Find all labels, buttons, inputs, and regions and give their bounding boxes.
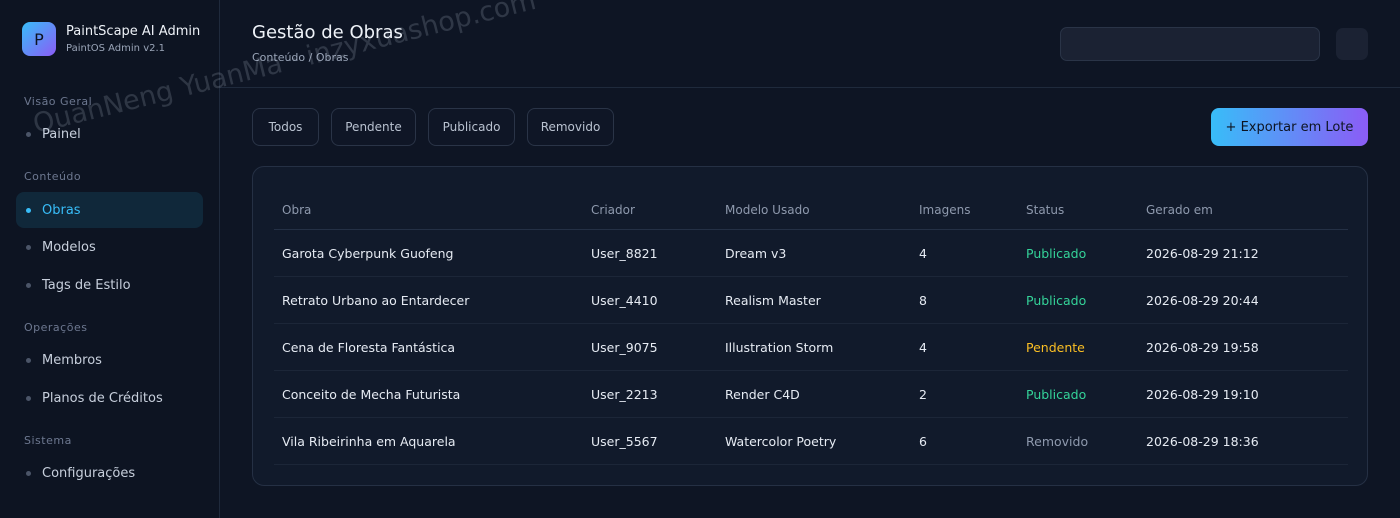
generated-at: 2026-08-29 18:36 [1146,433,1259,449]
generated-at: 2026-08-29 21:12 [1146,245,1259,261]
page-title: Gestão de Obras [252,22,403,43]
table-row[interactable]: Cena de Floresta Fantástica User_9075 Il… [274,324,1348,371]
image-count: 6 [919,433,927,449]
sidebar-item-painel[interactable]: Painel [16,116,203,152]
status-badge: Publicado [1026,386,1087,402]
sidebar-item-configuracoes[interactable]: Configurações [16,455,203,491]
work-title: Garota Cyberpunk Guofeng [282,245,454,261]
brand-version: PaintOS Admin v2.1 [66,42,166,54]
image-count: 2 [919,386,927,402]
table-row[interactable]: Conceito de Mecha Futurista User_2213 Re… [274,371,1348,418]
user-menu-button[interactable] [1336,28,1368,60]
sidebar-item-label: Obras [42,202,81,218]
image-count: 4 [919,339,927,355]
sidebar-item-label: Configurações [42,465,136,481]
table-row[interactable]: Vila Ribeirinha em Aquarela User_5567 Wa… [274,418,1348,465]
works-table-card: Obra Criador Modelo Usado Imagens Status… [252,166,1368,486]
search-input[interactable] [1060,27,1320,61]
image-count: 8 [919,292,927,308]
creator: User_9075 [591,339,658,355]
sidebar-item-label: Tags de Estilo [42,277,131,293]
filter-pendente[interactable]: Pendente [331,108,416,146]
sidebar-item-obras[interactable]: Obras [16,192,203,228]
bullet-icon [26,357,31,363]
model-used: Illustration Storm [725,339,834,355]
status-badge: Pendente [1026,339,1085,355]
export-batch-button[interactable]: + Exportar em Lote [1211,108,1368,146]
filter-todos[interactable]: Todos [252,108,319,146]
column-header[interactable]: Gerado em [1146,191,1213,229]
creator: User_4410 [591,292,658,308]
column-header[interactable]: Criador [591,191,635,229]
nav-section-content: Conteúdo [24,170,82,183]
creator: User_8821 [591,245,658,261]
sidebar-item-tags[interactable]: Tags de Estilo [16,267,203,303]
sidebar-item-planos[interactable]: Planos de Créditos [16,380,203,416]
filter-removido[interactable]: Removido [527,108,614,146]
status-badge: Removido [1026,433,1089,449]
bullet-icon [26,244,31,250]
filter-publicado[interactable]: Publicado [428,108,515,146]
sidebar-item-label: Planos de Créditos [42,390,163,406]
brand-name: PaintScape AI Admin [66,23,201,39]
generated-at: 2026-08-29 20:44 [1146,292,1259,308]
column-header[interactable]: Status [1026,191,1064,229]
bullet-icon [26,131,31,137]
creator: User_2213 [591,386,658,402]
sidebar-item-label: Modelos [42,239,96,255]
nav-section-overview: Visão Geral [24,95,93,108]
sidebar-item-membros[interactable]: Membros [16,342,203,378]
generated-at: 2026-08-29 19:58 [1146,339,1259,355]
generated-at: 2026-08-29 19:10 [1146,386,1259,402]
status-badge: Publicado [1026,292,1087,308]
column-header[interactable]: Imagens [919,191,970,229]
model-used: Dream v3 [725,245,787,261]
brand: P PaintScape AI Admin PaintOS Admin v2.1 [22,22,200,56]
bullet-icon [26,470,31,476]
work-title: Vila Ribeirinha em Aquarela [282,433,456,449]
sidebar-item-modelos[interactable]: Modelos [16,229,203,265]
sidebar-item-label: Membros [42,352,102,368]
column-header[interactable]: Obra [282,191,311,229]
nav-section-system: Sistema [24,434,72,447]
model-used: Render C4D [725,386,800,402]
bullet-icon [26,207,31,213]
sidebar-item-label: Painel [42,126,81,142]
table-row[interactable]: Retrato Urbano ao Entardecer User_4410 R… [274,277,1348,324]
brand-logo: P [22,22,56,56]
model-used: Watercolor Poetry [725,433,837,449]
bullet-icon [26,395,31,401]
table-header: Obra Criador Modelo Usado Imagens Status… [274,191,1348,230]
work-title: Retrato Urbano ao Entardecer [282,292,470,308]
breadcrumb: Conteúdo / Obras [252,51,349,64]
sidebar: P PaintScape AI Admin PaintOS Admin v2.1… [0,0,220,518]
creator: User_5567 [591,433,658,449]
nav-section-operations: Operações [24,321,88,334]
image-count: 4 [919,245,927,261]
status-badge: Publicado [1026,245,1087,261]
model-used: Realism Master [725,292,821,308]
bullet-icon [26,282,31,288]
header: Gestão de Obras Conteúdo / Obras [220,0,1400,88]
work-title: Conceito de Mecha Futurista [282,386,461,402]
column-header[interactable]: Modelo Usado [725,191,810,229]
table-row[interactable]: Garota Cyberpunk Guofeng User_8821 Dream… [274,230,1348,277]
work-title: Cena de Floresta Fantástica [282,339,456,355]
